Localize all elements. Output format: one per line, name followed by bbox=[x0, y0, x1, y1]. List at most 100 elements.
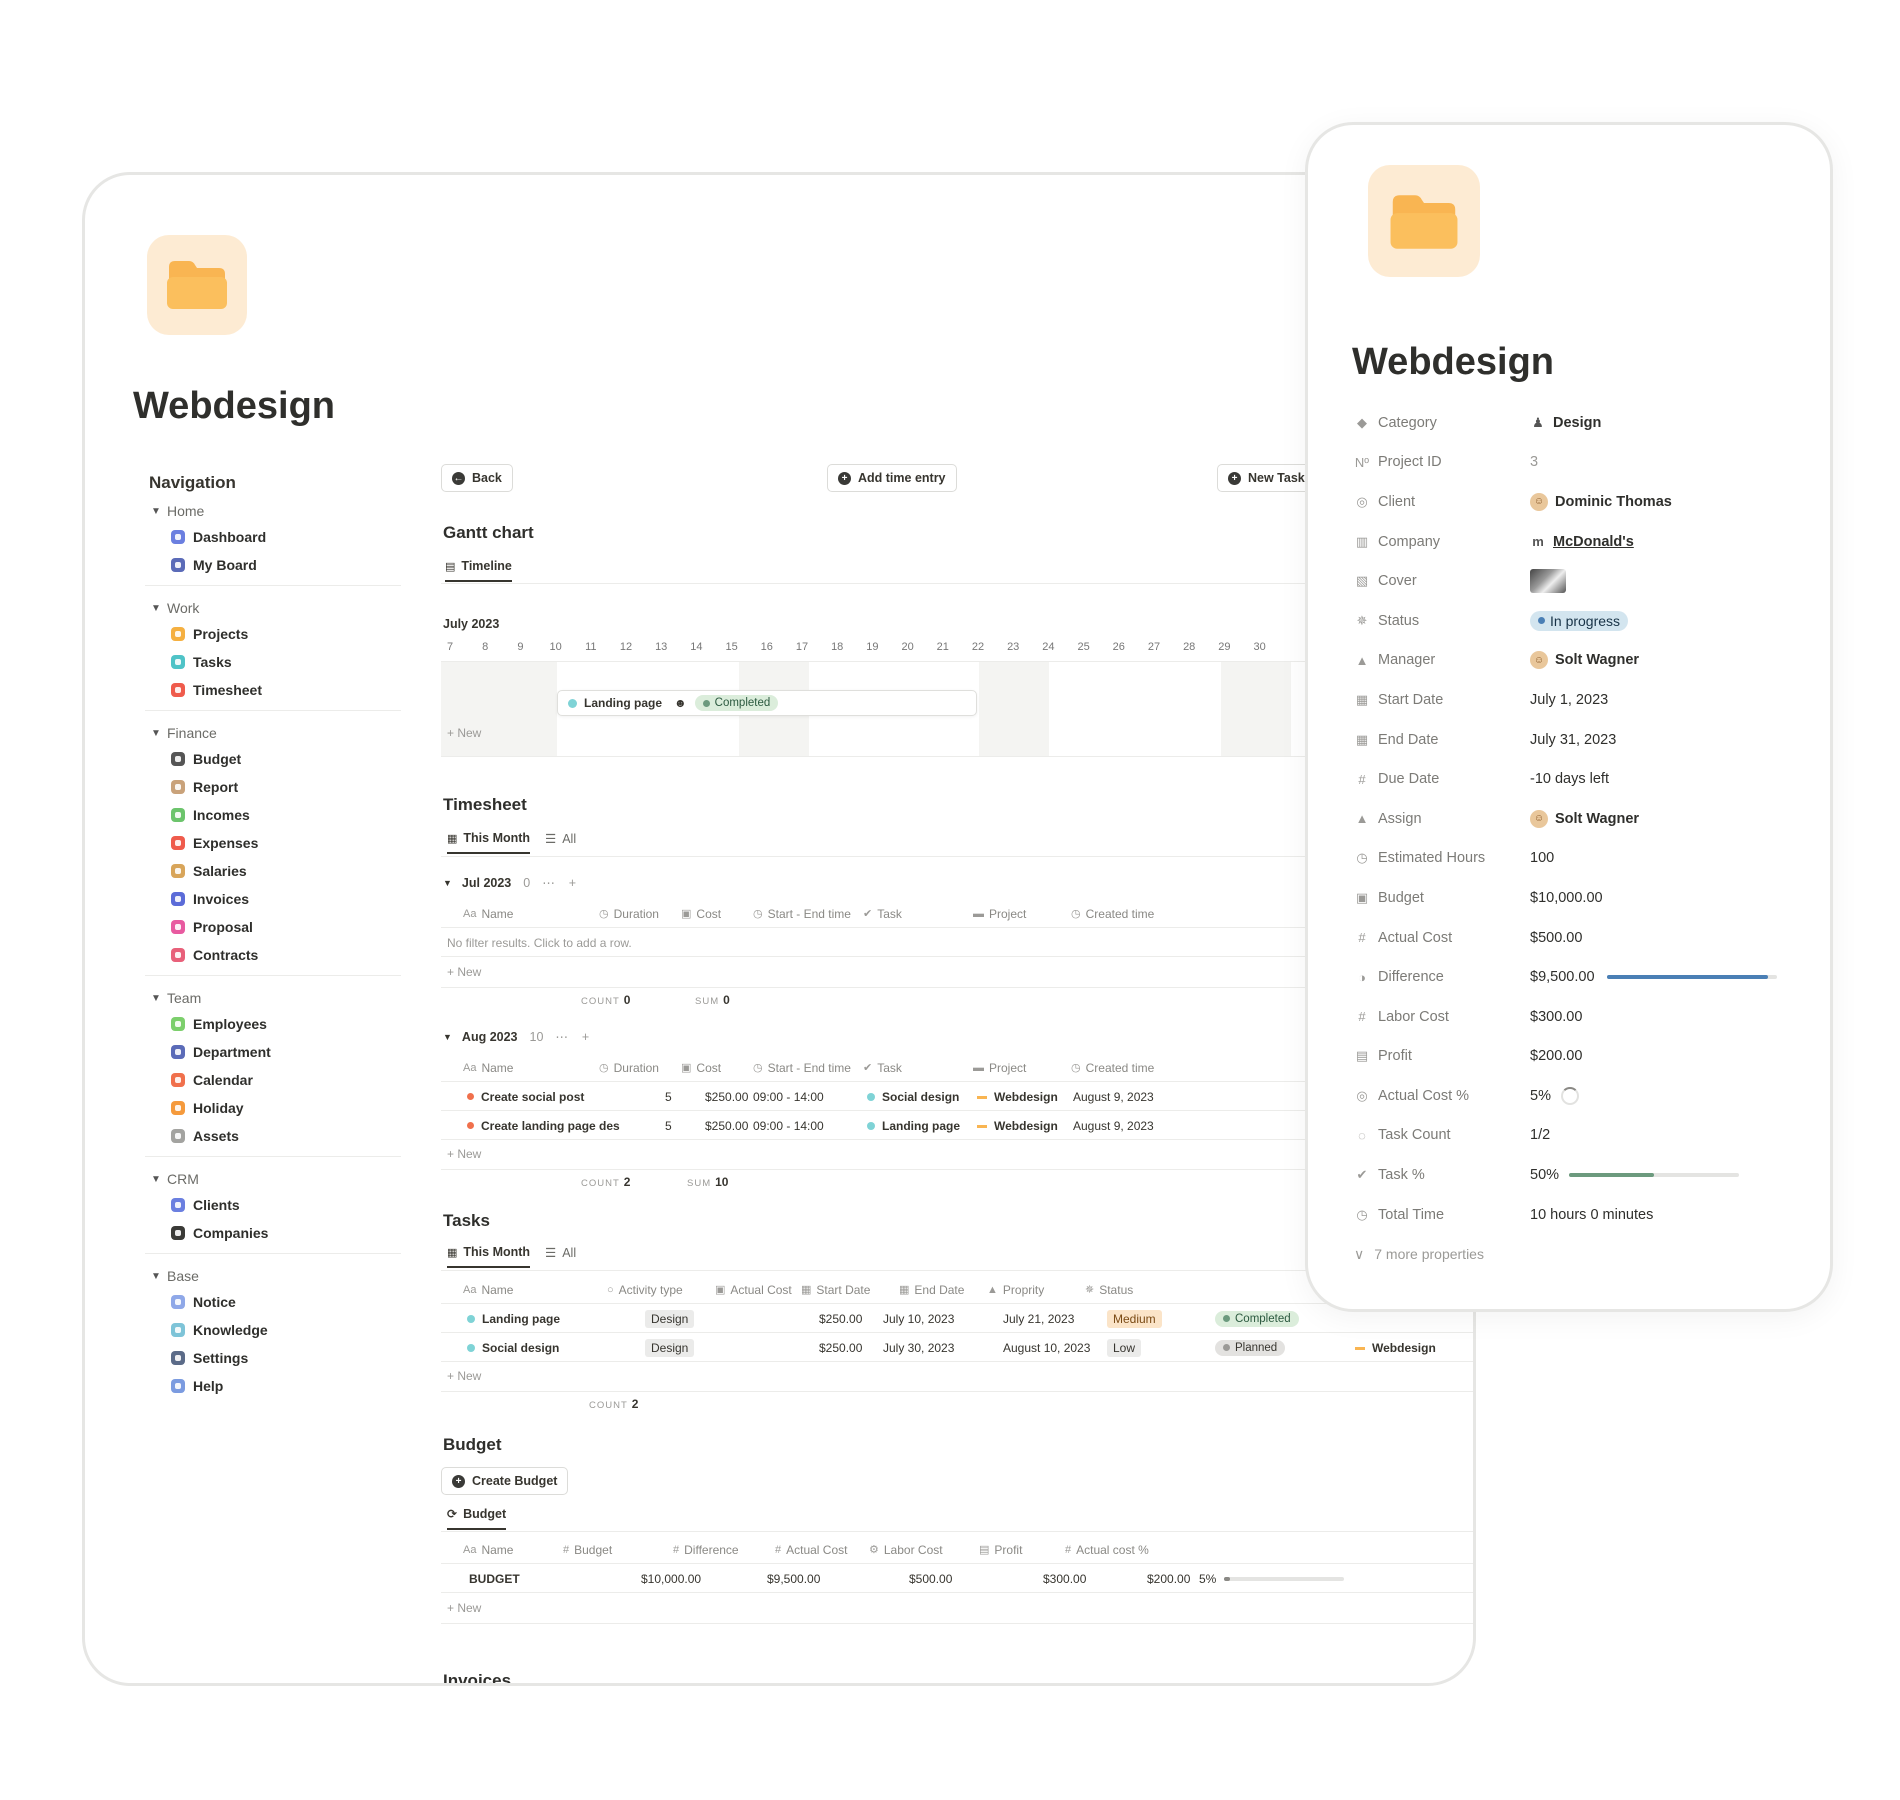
property-value[interactable]: $500.00 bbox=[1530, 930, 1582, 946]
property-value[interactable]: 50% bbox=[1530, 1167, 1740, 1183]
column-header[interactable]: ✔ Task bbox=[863, 899, 902, 928]
column-header[interactable]: ▣ Cost bbox=[681, 1053, 721, 1082]
sidebar-item-companies[interactable]: Companies bbox=[145, 1219, 401, 1247]
column-header[interactable]: ▬ Project bbox=[973, 1053, 1026, 1082]
property-category[interactable]: ◆ Category ♟ Design bbox=[1354, 403, 1794, 443]
sidebar-item-calendar[interactable]: Calendar bbox=[145, 1066, 401, 1094]
property-value[interactable]: ☺ Dominic Thomas bbox=[1530, 492, 1672, 511]
column-header[interactable]: ▣ Actual Cost bbox=[715, 1275, 792, 1304]
property-task-count[interactable]: ◌ Task Count 1/2 bbox=[1354, 1116, 1794, 1156]
tab-timeline[interactable]: ▤ Timeline bbox=[445, 559, 512, 582]
property-value[interactable]: m McDonald's bbox=[1530, 534, 1634, 550]
table-row[interactable]: Landing page Design $250.00 July 10, 2023 Ju… bbox=[441, 1304, 1473, 1333]
back-button[interactable]: ← Back bbox=[441, 464, 513, 492]
column-header[interactable]: ✵ Status bbox=[1085, 1275, 1133, 1304]
property-manager[interactable]: ▲ Manager ☺ Solt Wagner bbox=[1354, 641, 1794, 681]
column-header[interactable]: ▦ End Date bbox=[899, 1275, 964, 1304]
property-status[interactable]: ✵ Status In progress bbox=[1354, 601, 1794, 641]
column-header[interactable]: ◷ Duration bbox=[599, 1053, 659, 1082]
sidebar-item-settings[interactable]: Settings bbox=[145, 1344, 401, 1372]
new-row-button[interactable]: + New bbox=[447, 1601, 481, 1615]
property-value[interactable]: $200.00 bbox=[1530, 1048, 1582, 1064]
column-header[interactable]: ◷ Created time bbox=[1071, 899, 1154, 928]
property-value[interactable]: ☺ Solt Wagner bbox=[1530, 809, 1639, 828]
property-end-date[interactable]: ▦ End Date July 31, 2023 bbox=[1354, 720, 1794, 760]
new-row-button[interactable]: + New bbox=[447, 965, 481, 979]
column-header[interactable]: ▲ Proprity bbox=[987, 1275, 1044, 1304]
gantt-bar-landing-page[interactable]: Landing page ☻ Completed bbox=[557, 690, 977, 716]
new-task-button[interactable]: + New Task bbox=[1217, 464, 1316, 492]
column-header[interactable]: Aa Name bbox=[463, 1275, 513, 1304]
sidebar-item-clients[interactable]: Clients bbox=[145, 1191, 401, 1219]
column-header[interactable]: # Difference bbox=[673, 1535, 739, 1564]
tab-budget[interactable]: ⟳ Budget bbox=[447, 1507, 507, 1530]
sidebar-item-holiday[interactable]: Holiday bbox=[145, 1094, 401, 1122]
sidebar-item-notice[interactable]: Notice bbox=[145, 1288, 401, 1316]
property-client[interactable]: ◎ Client ☺ Dominic Thomas bbox=[1354, 482, 1794, 522]
nav-group-header[interactable]: ▼ Work bbox=[145, 596, 401, 620]
property-value[interactable]: 3 bbox=[1530, 454, 1538, 470]
tab-this-month[interactable]: ▦ This Month bbox=[447, 1245, 531, 1268]
property-value[interactable]: In progress bbox=[1530, 610, 1629, 631]
property-budget[interactable]: ▣ Budget $10,000.00 bbox=[1354, 878, 1794, 918]
property-value[interactable]: July 31, 2023 bbox=[1530, 732, 1616, 748]
sidebar-item-salaries[interactable]: Salaries bbox=[145, 857, 401, 885]
column-header[interactable]: ✔ Task bbox=[863, 1053, 902, 1082]
sidebar-item-proposal[interactable]: Proposal bbox=[145, 913, 401, 941]
column-header[interactable]: ◷ Start - End time bbox=[753, 899, 851, 928]
column-header[interactable]: ▦ Start Date bbox=[801, 1275, 870, 1304]
column-header[interactable]: # Actual Cost bbox=[775, 1535, 847, 1564]
sidebar-item-report[interactable]: Report bbox=[145, 773, 401, 801]
add-time-entry-button[interactable]: + Add time entry bbox=[827, 464, 957, 492]
more-icon[interactable]: ⋯ bbox=[542, 875, 557, 890]
column-header[interactable]: Aa Name bbox=[463, 1535, 513, 1564]
column-header[interactable]: ○ Activity type bbox=[607, 1275, 683, 1304]
tab-all[interactable]: ☰ All bbox=[545, 831, 576, 847]
column-header[interactable]: # Budget bbox=[563, 1535, 612, 1564]
column-header[interactable]: ▬ Project bbox=[973, 899, 1026, 928]
sidebar-item-contracts[interactable]: Contracts bbox=[145, 941, 401, 969]
column-header[interactable]: ▤ Profit bbox=[979, 1535, 1022, 1564]
tab-all[interactable]: ☰ All bbox=[545, 1245, 576, 1261]
property-labor-cost[interactable]: # Labor Cost $300.00 bbox=[1354, 997, 1794, 1037]
new-row-button[interactable]: + New bbox=[447, 1369, 481, 1383]
sidebar-item-department[interactable]: Department bbox=[145, 1038, 401, 1066]
nav-group-header[interactable]: ▼ CRM bbox=[145, 1167, 401, 1191]
nav-group-header[interactable]: ▼ Finance bbox=[145, 721, 401, 745]
property-value[interactable]: -10 days left bbox=[1530, 771, 1609, 787]
column-header[interactable]: ▣ Cost bbox=[681, 899, 721, 928]
sidebar-item-assets[interactable]: Assets bbox=[145, 1122, 401, 1150]
property-actual-cost-[interactable]: ◎ Actual Cost % 5% bbox=[1354, 1076, 1794, 1116]
property-value[interactable]: 10 hours 0 minutes bbox=[1530, 1207, 1653, 1223]
sidebar-item-expenses[interactable]: Expenses bbox=[145, 829, 401, 857]
nav-group-header[interactable]: ▼ Home bbox=[145, 499, 401, 523]
property-value[interactable] bbox=[1530, 569, 1566, 594]
property-value[interactable]: 100 bbox=[1530, 850, 1554, 866]
column-header[interactable]: ◷ Duration bbox=[599, 899, 659, 928]
property-value[interactable]: ♟ Design bbox=[1530, 415, 1601, 431]
property-value[interactable]: $10,000.00 bbox=[1530, 890, 1603, 906]
new-row-button[interactable]: + New bbox=[447, 1147, 481, 1161]
table-row[interactable]: BUDGET $10,000.00 $9,500.00 $500.00 $300… bbox=[441, 1564, 1473, 1593]
property-actual-cost[interactable]: # Actual Cost $500.00 bbox=[1354, 918, 1794, 958]
property-value[interactable]: ☺ Solt Wagner bbox=[1530, 651, 1639, 670]
column-header[interactable]: Aa Name bbox=[463, 899, 513, 928]
plus-icon[interactable]: + bbox=[569, 876, 578, 890]
property-project-id[interactable]: Nº Project ID 3 bbox=[1354, 443, 1794, 483]
sidebar-item-incomes[interactable]: Incomes bbox=[145, 801, 401, 829]
property-value[interactable]: July 1, 2023 bbox=[1530, 692, 1608, 708]
sidebar-item-tasks[interactable]: Tasks bbox=[145, 648, 401, 676]
property-assign[interactable]: ▲ Assign ☺ Solt Wagner bbox=[1354, 799, 1794, 839]
property-difference[interactable]: ◑ Difference $9,500.00 bbox=[1354, 957, 1794, 997]
property-cover[interactable]: ▧ Cover bbox=[1354, 561, 1794, 601]
nav-group-header[interactable]: ▼ Team bbox=[145, 986, 401, 1010]
create-budget-button[interactable]: + Create Budget bbox=[441, 1467, 569, 1495]
group-header-aug[interactable]: ▼ Aug 2023 10 ⋯ + bbox=[443, 1029, 591, 1045]
more-properties-toggle[interactable]: ∨ 7 more properties bbox=[1354, 1234, 1794, 1274]
property-task-[interactable]: ✔ Task % 50% bbox=[1354, 1155, 1794, 1195]
sidebar-item-timesheet[interactable]: Timesheet bbox=[145, 676, 401, 704]
property-start-date[interactable]: ▦ Start Date July 1, 2023 bbox=[1354, 680, 1794, 720]
property-company[interactable]: ▥ Company m McDonald's bbox=[1354, 522, 1794, 562]
new-row-button[interactable]: + New bbox=[447, 726, 481, 740]
property-value[interactable]: 5% bbox=[1530, 1086, 1579, 1105]
